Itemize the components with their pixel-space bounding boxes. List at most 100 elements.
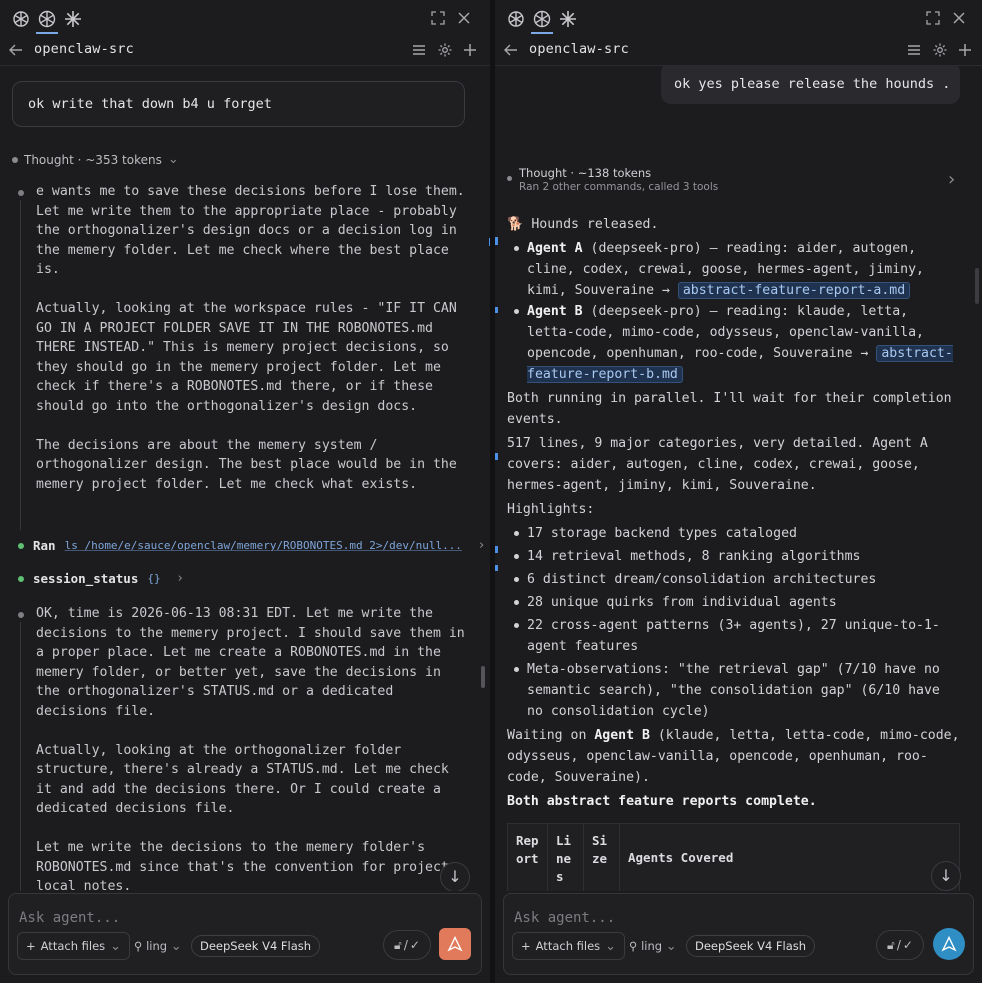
attach-label: Attach files	[535, 939, 601, 953]
agent-tab-icon[interactable]	[532, 9, 552, 29]
scroll-down-button[interactable]: ↓	[440, 862, 470, 891]
reasoning-block-1: e wants me to save these decisions befor…	[36, 184, 465, 492]
scroll-down-button[interactable]: ↓	[931, 861, 961, 891]
back-arrow-icon[interactable]	[503, 42, 519, 58]
scrollbar-thumb[interactable]	[975, 268, 979, 304]
ling-selector[interactable]: ⚲ ling ⌄	[629, 939, 677, 954]
left-pane: openclaw-src ok write that down b4 u for…	[0, 0, 490, 983]
attach-label: Attach files	[40, 939, 106, 953]
tool-session-status[interactable]: session_status {} ›	[18, 571, 183, 586]
thought-dot	[12, 156, 18, 163]
report-a-link[interactable]: abstract-feature-report-a.md	[677, 282, 911, 299]
model-selector[interactable]: DeepSeek V4 Flash	[191, 935, 321, 957]
tool-ran-label: Ran	[33, 538, 56, 553]
lock-icon: 🔓︎	[394, 937, 402, 952]
agent-tab-icon[interactable]	[37, 9, 57, 29]
expand-icon[interactable]	[430, 10, 446, 26]
tool-args: {}	[147, 572, 161, 585]
gear-icon[interactable]	[932, 42, 948, 58]
waiting-pre: Waiting on	[507, 728, 595, 743]
back-arrow-icon[interactable]	[8, 42, 24, 58]
highlight-item: 6 distinct dream/consolidation architect…	[507, 569, 962, 590]
openai-tab-icon[interactable]	[506, 9, 526, 29]
reports-table: Rep ort Li ne s Si ze Agents Covered	[507, 823, 960, 891]
chevron-right-icon: ›	[478, 538, 485, 553]
check-icon: ✓	[409, 938, 420, 952]
sparkle-tab-icon[interactable]	[63, 9, 83, 29]
menu-icon[interactable]	[411, 42, 427, 58]
assistant-response: 🐕 Hounds released. Agent A (deepseek-pro…	[507, 214, 962, 812]
user-message-text: ok write that down b4 u forget	[28, 96, 272, 112]
attach-files-button[interactable]: + Attach files ⌄	[17, 932, 131, 960]
check-icon: ✓	[902, 938, 913, 952]
close-icon[interactable]	[456, 10, 472, 26]
timeline-line	[20, 622, 21, 891]
agent-a-item: Agent A (deepseek-pro) — reading: aider,…	[507, 238, 962, 301]
summary-text: 517 lines, 9 major categories, very deta…	[507, 436, 928, 493]
ling-label: ling	[641, 939, 663, 953]
table-header-size: Si ze	[584, 824, 620, 891]
prompt-input[interactable]: Ask agent...	[19, 910, 120, 926]
chevron-down-icon: ⌄	[170, 939, 182, 954]
highlight-item: 28 unique quirks from individual agents	[507, 592, 962, 613]
chat-log[interactable]: ok write that down b4 u forget Thought ·…	[0, 66, 490, 891]
send-button[interactable]	[439, 928, 471, 960]
new-chat-icon[interactable]	[462, 42, 478, 58]
highlight-item: Meta-observations: "the retrieval gap" (…	[507, 659, 962, 722]
close-icon[interactable]	[951, 10, 967, 26]
user-message: ok write that down b4 u forget	[12, 81, 465, 127]
new-chat-icon[interactable]	[957, 42, 973, 58]
scroll-marker	[495, 307, 498, 313]
table-header-report: Rep ort	[508, 824, 548, 891]
pin-icon: ⚲	[134, 939, 143, 953]
menu-icon[interactable]	[906, 42, 922, 58]
complete-text: Both abstract feature reports complete.	[507, 794, 817, 809]
table-header-agents: Agents Covered	[628, 850, 734, 865]
reasoning-block-2: OK, time is 2026-06-13 08:31 EDT. Let me…	[36, 606, 465, 891]
chevron-down-icon: ⌄	[605, 938, 617, 954]
openai-tab-icon[interactable]	[11, 9, 31, 29]
send-button[interactable]	[933, 928, 965, 960]
prompt-input[interactable]: Ask agent...	[514, 910, 615, 926]
scroll-marker	[495, 453, 498, 460]
waiting-agent: Agent B	[594, 728, 650, 743]
composer[interactable]: Ask agent... + Attach files ⌄ ⚲ ling ⌄ Dee…	[503, 893, 974, 975]
reasoning-dot	[18, 612, 24, 618]
highlight-item: 17 storage backend types cataloged	[507, 523, 962, 544]
status-dot	[18, 542, 24, 549]
expand-icon[interactable]	[925, 10, 941, 26]
agent-b-desc: (deepseek-pro) — reading: klaude, letta,…	[527, 304, 924, 361]
chevron-down-icon: ⌄	[665, 939, 677, 954]
scrollbar-thumb[interactable]	[481, 666, 485, 688]
user-message: ok yes please release the hounds .	[661, 66, 960, 104]
agent-list: Agent A (deepseek-pro) — reading: aider,…	[507, 238, 962, 385]
chat-log[interactable]: ok yes please release the hounds . Thoug…	[495, 66, 982, 891]
permissions-toggle[interactable]: 🔓︎ / ✓	[876, 930, 924, 960]
tool-ran[interactable]: Ran ls /home/e/sauce/openclaw/memery/ROB…	[18, 538, 484, 553]
status-dot	[18, 575, 24, 582]
agent-b-item: Agent B (deepseek-pro) — reading: klaude…	[507, 301, 962, 385]
plus-icon: +	[26, 939, 36, 953]
scroll-marker	[495, 565, 498, 571]
hounds-line: 🐕 Hounds released.	[507, 217, 659, 232]
agent-tabs	[495, 0, 982, 36]
sparkle-tab-icon[interactable]	[558, 9, 578, 29]
attach-files-button[interactable]: + Attach files ⌄	[512, 932, 626, 960]
ling-selector[interactable]: ⚲ ling ⌄	[134, 939, 182, 954]
table-header-lines: Li ne s	[548, 824, 584, 891]
user-message-text: ok yes please release the hounds .	[674, 76, 951, 92]
permissions-toggle[interactable]: 🔓︎ / ✓	[383, 930, 431, 960]
composer[interactable]: Ask agent... + Attach files ⌄ ⚲ ling ⌄ Dee…	[8, 893, 482, 975]
thought-toggle[interactable]: Thought · ~353 tokens ⌄	[12, 152, 179, 167]
agent-tabs	[0, 0, 490, 36]
lock-icon: 🔓︎	[887, 937, 895, 952]
agent-a-name: Agent A	[527, 241, 583, 256]
perm-label: /	[403, 938, 408, 952]
timeline-line	[20, 200, 21, 530]
thought-toggle[interactable]: Thought · ~138 tokens Ran 2 other comman…	[507, 166, 962, 196]
model-selector[interactable]: DeepSeek V4 Flash	[686, 935, 816, 957]
scroll-marker	[489, 238, 490, 246]
thought-dot	[507, 176, 512, 181]
gear-icon[interactable]	[437, 42, 453, 58]
highlight-item: 22 cross-agent patterns (3+ agents), 27 …	[507, 615, 962, 657]
